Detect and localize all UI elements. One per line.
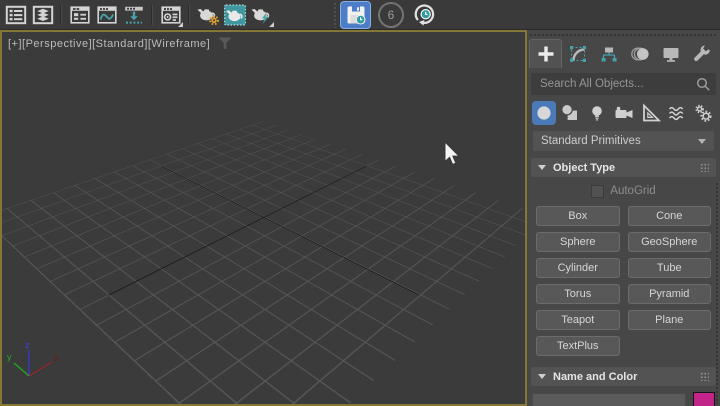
cameras-icon bbox=[613, 102, 635, 124]
category-cameras[interactable] bbox=[612, 101, 636, 125]
geometry-sphere-icon bbox=[533, 102, 555, 124]
hierarchy-icon bbox=[598, 43, 620, 65]
autosave-countdown-badge: 6 bbox=[378, 2, 404, 28]
toolbar-separator bbox=[151, 5, 153, 25]
pyramid-button[interactable]: Pyramid bbox=[628, 284, 712, 304]
panel-drag-handle[interactable] bbox=[529, 33, 718, 37]
axis-y-label: y bbox=[7, 352, 12, 362]
world-axis-tripod: z y x bbox=[4, 340, 68, 388]
box-button[interactable]: Box bbox=[536, 206, 620, 226]
app-window: 6 [+][Perspective][Standard][Wireframe] bbox=[0, 0, 720, 406]
object-name-input[interactable] bbox=[532, 393, 686, 406]
panel-scroll-gutter[interactable] bbox=[715, 182, 719, 404]
toolbar-separator bbox=[188, 5, 190, 25]
motion-icon bbox=[629, 43, 651, 65]
cylinder-button[interactable]: Cylinder bbox=[536, 258, 620, 278]
save-clock-icon bbox=[344, 3, 368, 27]
primitives-dropdown[interactable]: Standard Primitives bbox=[533, 131, 714, 151]
systems-gears-icon bbox=[692, 102, 714, 124]
toolbar-drag-handle[interactable] bbox=[333, 2, 337, 28]
geosphere-button[interactable]: GeoSphere bbox=[628, 232, 712, 252]
viewport[interactable]: [+][Perspective][Standard][Wireframe] z … bbox=[0, 30, 527, 406]
category-geometry[interactable] bbox=[532, 101, 556, 125]
create-plus-icon bbox=[535, 43, 557, 65]
mouse-cursor bbox=[443, 141, 463, 169]
rendered-frame-window-icon[interactable] bbox=[221, 1, 248, 28]
tab-utilities[interactable] bbox=[686, 40, 717, 68]
name-and-color-header[interactable]: Name and Color bbox=[531, 367, 716, 386]
category-space-warps[interactable] bbox=[665, 101, 689, 125]
object-type-rollout: Object Type AutoGrid Box Cone Sphere Geo… bbox=[531, 158, 716, 360]
curve-editor-icon[interactable] bbox=[93, 1, 120, 28]
flyout-arrow bbox=[178, 22, 183, 27]
viewport-filter-icon[interactable] bbox=[218, 37, 232, 50]
autogrid-checkbox[interactable] bbox=[591, 185, 604, 198]
tube-button[interactable]: Tube bbox=[628, 258, 712, 278]
object-type-body: AutoGrid Box Cone Sphere GeoSphere Cylin… bbox=[531, 177, 716, 360]
modify-icon bbox=[567, 43, 589, 65]
category-shapes[interactable] bbox=[559, 101, 583, 125]
space-warps-icon bbox=[666, 102, 688, 124]
rollout-grip-icon bbox=[700, 163, 709, 172]
search-bar bbox=[531, 73, 716, 95]
category-helpers[interactable] bbox=[638, 101, 662, 125]
toolbar-separator bbox=[60, 5, 62, 25]
tab-modify[interactable] bbox=[562, 40, 593, 68]
scene-explorer-icon[interactable] bbox=[2, 1, 29, 28]
axis-x-label: x bbox=[54, 353, 59, 363]
textplus-button[interactable]: TextPlus bbox=[536, 336, 620, 356]
viewport-label[interactable]: [+][Perspective][Standard][Wireframe] bbox=[8, 38, 210, 50]
axis-z-label: z bbox=[25, 340, 30, 350]
dropdown-value: Standard Primitives bbox=[541, 135, 641, 147]
tab-create[interactable] bbox=[529, 39, 562, 68]
autogrid-label: AutoGrid bbox=[610, 185, 655, 197]
torus-button[interactable]: Torus bbox=[536, 284, 620, 304]
schematic-view-icon[interactable] bbox=[120, 1, 147, 28]
sphere-button[interactable]: Sphere bbox=[536, 232, 620, 252]
autogrid-row: AutoGrid bbox=[535, 184, 712, 198]
category-lights[interactable] bbox=[585, 101, 609, 125]
render-setup-icon[interactable] bbox=[194, 1, 221, 28]
name-and-color-rollout: Name and Color bbox=[531, 367, 716, 406]
autobackup-clock-icon[interactable] bbox=[412, 1, 439, 28]
helpers-setsquare-icon bbox=[639, 102, 661, 124]
search-icon[interactable] bbox=[694, 75, 712, 93]
tab-motion[interactable] bbox=[624, 40, 655, 68]
category-systems[interactable] bbox=[691, 101, 715, 125]
rollout-open-icon bbox=[538, 165, 546, 170]
rollout-open-icon bbox=[538, 374, 546, 379]
chevron-down-icon bbox=[698, 139, 706, 144]
lights-bulb-icon bbox=[586, 102, 608, 124]
main-toolbar: 6 bbox=[0, 0, 720, 30]
command-panel-tabs bbox=[527, 38, 720, 68]
countdown-value: 6 bbox=[388, 8, 395, 22]
display-icon bbox=[660, 43, 682, 65]
teapot-button[interactable]: Teapot bbox=[536, 310, 620, 330]
object-type-header[interactable]: Object Type bbox=[531, 158, 716, 177]
object-color-swatch[interactable] bbox=[693, 392, 715, 406]
tab-hierarchy[interactable] bbox=[593, 40, 624, 68]
rollout-title: Name and Color bbox=[553, 371, 637, 383]
rollout-title: Object Type bbox=[553, 162, 615, 174]
home-grid-axes bbox=[17, 129, 512, 406]
ribbon-toggle-icon[interactable] bbox=[66, 1, 93, 28]
name-and-color-body bbox=[531, 386, 716, 406]
utilities-wrench-icon bbox=[691, 43, 713, 65]
flyout-arrow bbox=[269, 22, 274, 27]
autosave-button[interactable] bbox=[340, 1, 371, 29]
cone-button[interactable]: Cone bbox=[628, 206, 712, 226]
create-categories bbox=[527, 99, 720, 128]
render-production-icon[interactable] bbox=[248, 1, 275, 28]
material-editor-icon[interactable] bbox=[157, 1, 184, 28]
search-input[interactable] bbox=[538, 77, 694, 91]
tab-display[interactable] bbox=[655, 40, 686, 68]
command-panel: Standard Primitives Object Type AutoGrid… bbox=[527, 30, 720, 406]
rollout-grip-icon bbox=[700, 372, 709, 381]
layer-explorer-icon[interactable] bbox=[29, 1, 56, 28]
shapes-icon bbox=[559, 102, 581, 124]
primitive-buttons: Box Cone Sphere GeoSphere Cylinder Tube … bbox=[535, 206, 712, 356]
plane-button[interactable]: Plane bbox=[628, 310, 712, 330]
